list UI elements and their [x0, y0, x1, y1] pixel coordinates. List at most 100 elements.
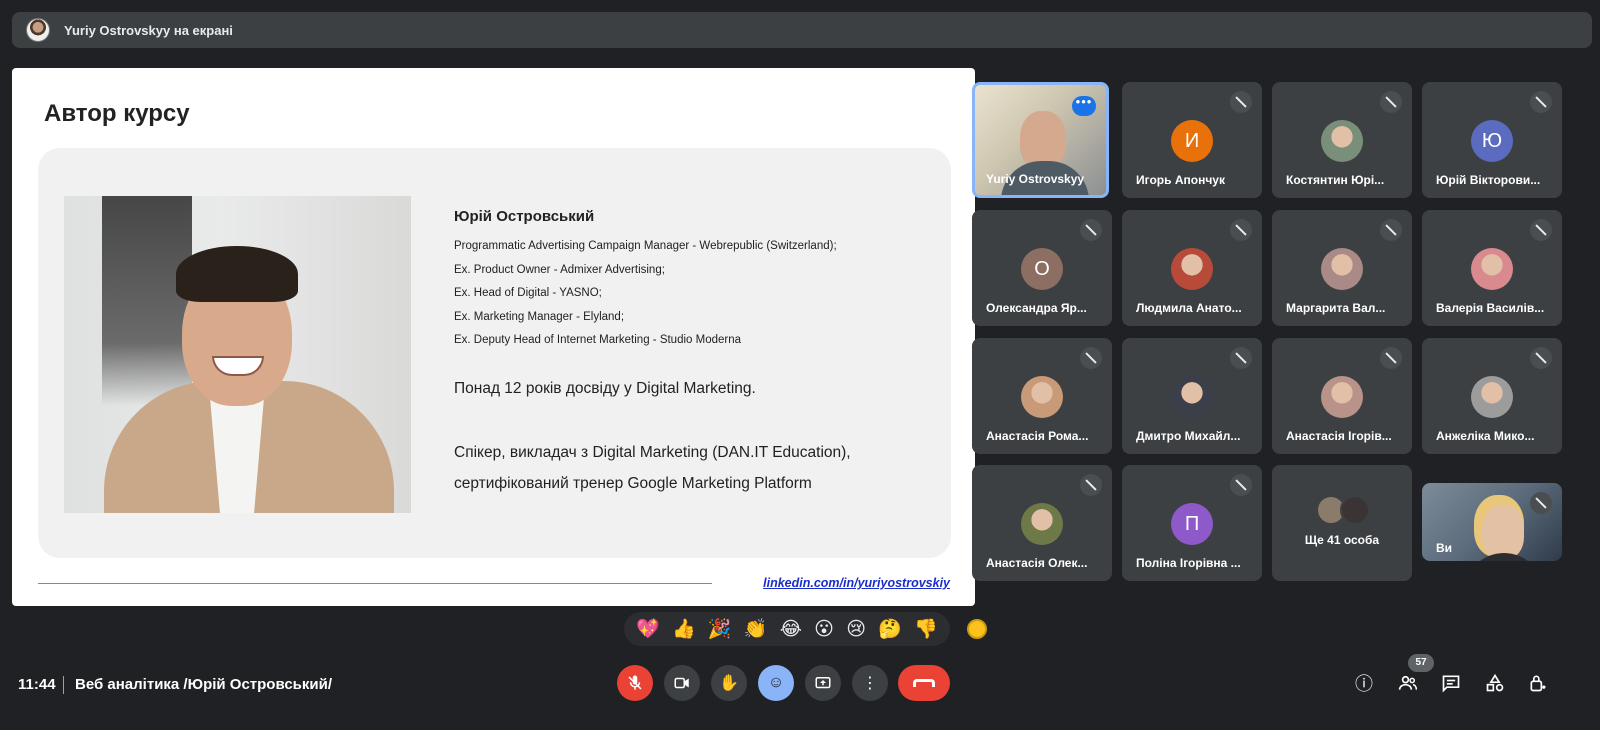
participant-name: Yuriy Ostrovskyy [986, 172, 1085, 186]
mic-muted-icon [1080, 347, 1102, 369]
present-screen-button[interactable] [805, 665, 841, 701]
participant-count-badge: 57 [1408, 654, 1434, 672]
clock: 11:44 [18, 676, 56, 693]
presenter-title: Yuriy Ostrovskyy на екрані [64, 22, 233, 38]
participant-tile[interactable]: Анастасія Олек... [972, 465, 1112, 581]
raise-hand-button[interactable]: ✋ [711, 665, 747, 701]
participant-name: Людмила Анато... [1136, 301, 1242, 315]
divider [63, 676, 64, 694]
people-icon [1398, 675, 1418, 690]
avatar-photo [1171, 248, 1213, 290]
mic-muted-icon [1230, 474, 1252, 496]
author-roles: Programmatic Advertising Campaign Manage… [454, 240, 837, 358]
avatar-photo [1471, 248, 1513, 290]
chat-button[interactable] [1438, 670, 1464, 696]
mic-muted-icon [1080, 219, 1102, 241]
reaction-bar: 💖 👍 🎉 👏 😂 😮 😢 🤔 👎 [624, 612, 950, 646]
speaker-text-line2: сертифікований тренер Google Marketing P… [454, 475, 812, 492]
role-item: Ex. Product Owner - Admixer Advertising; [454, 263, 665, 276]
participant-name: Юрій Вікторови... [1436, 173, 1541, 187]
participant-name: Дмитро Михайл... [1136, 429, 1241, 443]
skin-tone-button[interactable] [967, 619, 987, 639]
avatar-photo [1321, 248, 1363, 290]
avatar-photo [1021, 503, 1063, 545]
participant-tile[interactable]: Валерія Василів... [1422, 210, 1562, 326]
participant-name: Игорь Апончук [1136, 173, 1225, 187]
participant-name: Поліна Ігорівна ... [1136, 556, 1241, 570]
avatar-initial: Ю [1471, 120, 1513, 162]
presenter-bar: Yuriy Ostrovskyy на екрані [12, 12, 1592, 48]
camera-button[interactable] [664, 665, 700, 701]
host-controls-button[interactable] [1525, 670, 1551, 696]
participant-name: Валерія Василів... [1436, 301, 1545, 315]
participant-tile[interactable]: Ще 41 особа [1272, 465, 1412, 581]
lock-person-icon [1530, 675, 1546, 692]
participant-tile[interactable]: Анастасія Ігорів... [1272, 338, 1412, 454]
participant-tile[interactable]: П Поліна Ігорівна ... [1122, 465, 1262, 581]
mic-muted-icon [1230, 219, 1252, 241]
meeting-title: Веб аналітика /Юрій Островський/ [75, 676, 332, 693]
author-photo [64, 196, 411, 513]
participant-tile[interactable]: Маргарита Вал... [1272, 210, 1412, 326]
participant-tile[interactable]: Ви [1422, 483, 1562, 561]
mic-muted-icon [1380, 219, 1402, 241]
mic-muted-icon [1530, 492, 1552, 514]
participant-tile[interactable]: Ю Юрій Вікторови... [1422, 82, 1562, 198]
avatar-photo [1321, 376, 1363, 418]
thumbs-up-reaction[interactable]: 👍 [672, 620, 696, 639]
mic-muted-icon [1230, 91, 1252, 113]
thinking-reaction[interactable]: 🤔 [878, 620, 902, 639]
experience-text: Понад 12 років досвіду у Digital Marketi… [454, 380, 756, 397]
more-avatars [1316, 495, 1370, 525]
chat-icon [1442, 675, 1460, 693]
participant-tile[interactable]: ••• Yuriy Ostrovskyy [972, 82, 1109, 198]
participant-tile[interactable]: Костянтин Юрі... [1272, 82, 1412, 198]
info-icon: ⓘ [1355, 674, 1373, 694]
sad-reaction[interactable]: 😢 [846, 620, 866, 639]
participant-name: Маргарита Вал... [1286, 301, 1386, 315]
people-button[interactable] [1395, 670, 1421, 696]
mic-muted-icon [1380, 91, 1402, 113]
speaker-text-line1: Спікер, викладач з Digital Marketing (DA… [454, 444, 851, 461]
activities-button[interactable] [1482, 670, 1508, 696]
presenter-avatar [26, 18, 50, 42]
sparkling-heart-reaction[interactable]: 💖 [636, 620, 660, 639]
party-reaction[interactable]: 🎉 [708, 620, 732, 639]
participant-tile[interactable]: Анастасія Рома... [972, 338, 1112, 454]
avatar-initial: О [1021, 248, 1063, 290]
avatar-photo [1471, 376, 1513, 418]
emoji-button[interactable]: ☺ [758, 665, 794, 701]
more-options-icon[interactable]: ••• [1072, 95, 1096, 116]
participant-name: Анастасія Рома... [986, 429, 1089, 443]
shared-screen[interactable]: Автор курсу Юрій Островський Programmati… [12, 68, 975, 606]
meeting-info-button[interactable]: ⓘ [1351, 670, 1377, 696]
mic-muted-icon [1530, 347, 1552, 369]
linkedin-link[interactable]: linkedin.com/in/yuriyostrovskiy [763, 576, 950, 590]
participant-name: Олександра Яр... [986, 301, 1087, 315]
thumbs-down-reaction[interactable]: 👎 [914, 620, 938, 639]
participant-name: Костянтин Юрі... [1286, 173, 1385, 187]
end-call-button[interactable] [898, 665, 950, 701]
mic-off-button[interactable] [617, 665, 653, 701]
participant-tile[interactable]: Анжеліка Мико... [1422, 338, 1562, 454]
slide-divider [38, 583, 712, 584]
laugh-reaction[interactable]: 😂 [780, 620, 802, 639]
surprised-reaction[interactable]: 😮 [814, 620, 834, 639]
avatar-initial: И [1171, 120, 1213, 162]
role-item: Ex. Deputy Head of Internet Marketing - … [454, 334, 742, 347]
participant-tile[interactable]: Дмитро Михайл... [1122, 338, 1262, 454]
role-item: Ex. Head of Digital - YASNO; [454, 287, 602, 300]
hand-icon: ✋ [719, 675, 739, 692]
participant-tile[interactable]: О Олександра Яр... [972, 210, 1112, 326]
participant-tile[interactable]: И Игорь Апончук [1122, 82, 1262, 198]
mouse-cursor-icon [802, 134, 808, 144]
present-icon [815, 677, 831, 689]
shapes-icon [1486, 673, 1504, 692]
mic-off-icon [628, 675, 642, 690]
role-item: Programmatic Advertising Campaign Manage… [454, 240, 837, 252]
participant-name: Ще 41 особа [1304, 533, 1380, 547]
more-options-button[interactable]: ⋮ [852, 665, 888, 701]
participant-tile[interactable]: Людмила Анато... [1122, 210, 1262, 326]
clap-reaction[interactable]: 👏 [744, 620, 768, 639]
mic-muted-icon [1530, 219, 1552, 241]
